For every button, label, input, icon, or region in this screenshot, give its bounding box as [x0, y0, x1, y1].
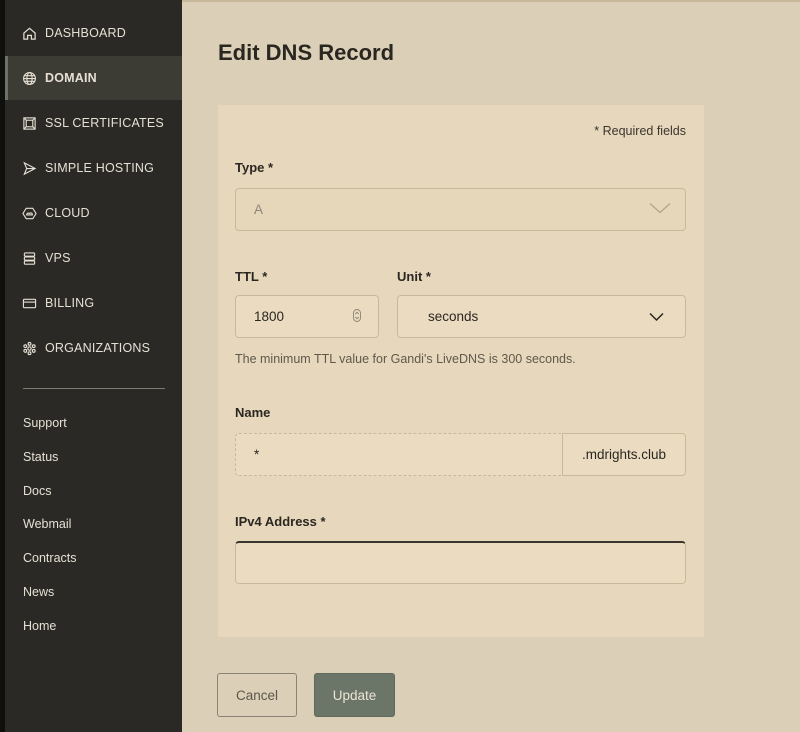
ttl-label: TTL *: [235, 269, 268, 284]
organization-icon: [22, 341, 37, 356]
sidebar-item-label: ORGANIZATIONS: [45, 341, 151, 355]
certificate-icon: [22, 116, 37, 131]
cloud-hexagon-icon: [22, 206, 37, 221]
sidebar-item-dashboard[interactable]: DASHBOARD: [5, 11, 182, 55]
home-icon: [22, 26, 37, 41]
sidebar-item-label: SSL CERTIFICATES: [45, 116, 164, 130]
update-button[interactable]: Update: [314, 673, 395, 717]
name-label: Name: [235, 405, 271, 420]
footer-link-news[interactable]: News: [23, 585, 54, 599]
sidebar-divider: [23, 388, 165, 389]
ttl-input[interactable]: 1800: [235, 295, 379, 338]
type-label: Type *: [235, 160, 274, 175]
cancel-button[interactable]: Cancel: [217, 673, 297, 717]
globe-icon: [22, 71, 37, 86]
footer-link-webmail[interactable]: Webmail: [23, 517, 71, 531]
ipv4-address-input[interactable]: [235, 541, 686, 584]
name-value: *: [254, 447, 260, 462]
paper-plane-icon: [22, 161, 37, 176]
top-border: [182, 0, 800, 2]
footer-link-status[interactable]: Status: [23, 450, 58, 464]
sidebar-item-billing[interactable]: BILLING: [5, 281, 182, 325]
sidebar-item-ssl-certificates[interactable]: SSL CERTIFICATES: [5, 101, 182, 145]
dns-record-form: * Required fields Type * A TTL * 1800 Un…: [218, 105, 704, 637]
sidebar-item-label: DOMAIN: [45, 71, 97, 85]
unit-label: Unit *: [397, 269, 431, 284]
domain-suffix-text: .mdrights.club: [581, 447, 667, 462]
sidebar-item-cloud[interactable]: CLOUD: [5, 191, 182, 235]
sidebar-item-label: BILLING: [45, 296, 95, 310]
domain-suffix: .mdrights.club: [562, 433, 686, 476]
sidebar-item-label: CLOUD: [45, 206, 90, 220]
sidebar-item-label: DASHBOARD: [45, 26, 126, 40]
type-select[interactable]: A: [235, 188, 686, 231]
sidebar-item-organizations[interactable]: ORGANIZATIONS: [5, 326, 182, 370]
unit-select[interactable]: seconds: [397, 295, 686, 338]
sidebar: DASHBOARD DOMAIN SSL CERTIFICATES SIMPLE…: [5, 0, 182, 732]
unit-value: seconds: [428, 309, 479, 324]
number-spinner-icon[interactable]: [353, 308, 361, 325]
footer-link-contracts[interactable]: Contracts: [23, 551, 77, 565]
ttl-value: 1800: [254, 309, 285, 324]
footer-link-home[interactable]: Home: [23, 619, 56, 633]
sidebar-item-domain[interactable]: DOMAIN: [5, 56, 182, 100]
chevron-down-icon: [649, 309, 664, 324]
sidebar-item-label: VPS: [45, 251, 71, 265]
footer-link-docs[interactable]: Docs: [23, 484, 51, 498]
sidebar-item-label: SIMPLE HOSTING: [45, 161, 155, 175]
sidebar-item-vps[interactable]: VPS: [5, 236, 182, 280]
name-input[interactable]: *: [235, 433, 563, 476]
required-fields-note: * Required fields: [594, 124, 686, 138]
ttl-help-text: The minimum TTL value for Gandi's LiveDN…: [235, 352, 576, 366]
type-value: A: [254, 202, 264, 217]
server-stack-icon: [22, 251, 37, 266]
footer-link-support[interactable]: Support: [23, 416, 67, 430]
ipv4-label: IPv4 Address *: [235, 514, 326, 529]
credit-card-icon: [22, 296, 37, 311]
chevron-down-icon: [649, 202, 671, 217]
sidebar-item-simple-hosting[interactable]: SIMPLE HOSTING: [5, 146, 182, 190]
page-title: Edit DNS Record: [218, 40, 395, 65]
